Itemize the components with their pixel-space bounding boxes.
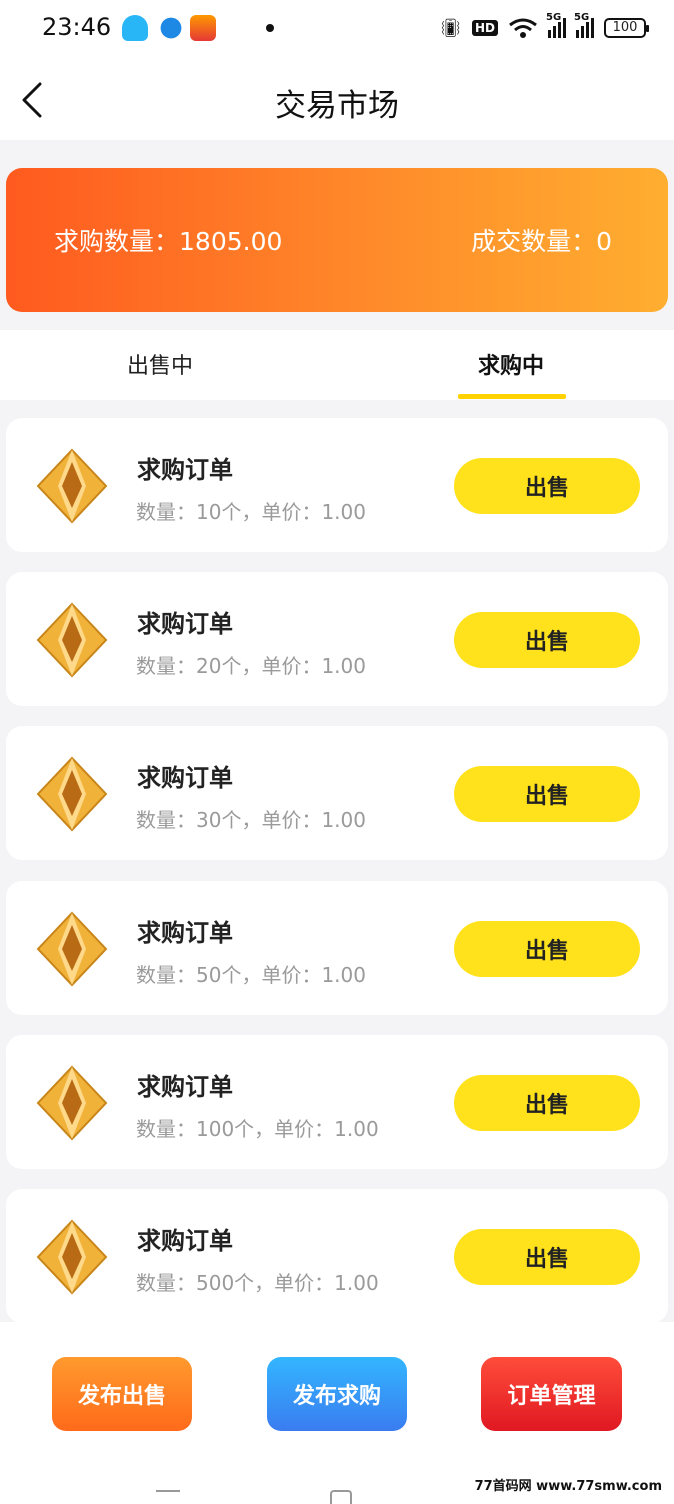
nav-menu-icon[interactable] <box>156 1490 180 1504</box>
tab-selling[interactable]: 出售中 <box>127 348 193 380</box>
order-detail: 数量：100个，单价：1.00 <box>136 1117 379 1141</box>
tab-buying[interactable]: 求购中 <box>478 348 544 380</box>
buy-quantity-label: 求购数量： <box>54 227 180 256</box>
qq-app-icon <box>122 15 148 41</box>
header: 交易市场 <box>0 56 674 140</box>
order-detail: 数量：10个，单价：1.00 <box>136 500 366 524</box>
sell-button[interactable]: 出售 <box>454 458 640 514</box>
status-bar: 23:46 📳︎ HD 5G 5G 100 <box>0 0 674 56</box>
sell-button[interactable]: 出售 <box>454 612 640 668</box>
sell-button[interactable]: 出售 <box>454 921 640 977</box>
page-title: 交易市场 <box>275 88 399 124</box>
active-tab-indicator <box>458 394 566 399</box>
sell-button[interactable]: 出售 <box>454 1229 640 1285</box>
summary-banner: 求购数量：1805.00 成交数量：0 <box>6 168 668 312</box>
deal-quantity-label: 成交数量： <box>471 227 597 256</box>
notification-dot-icon <box>266 24 274 32</box>
deal-quantity-value: 0 <box>596 227 612 256</box>
order-title: 求购订单 <box>137 919 233 947</box>
order-card: 求购订单 数量：20个，单价：1.00 出售 <box>6 572 668 706</box>
publish-sell-button[interactable]: 发布出售 <box>52 1357 192 1431</box>
status-icons: 📳︎ HD 5G 5G 100 <box>439 12 649 42</box>
order-detail: 数量：20个，单价：1.00 <box>136 654 366 678</box>
publish-buy-button[interactable]: 发布求购 <box>267 1357 407 1431</box>
buy-quantity-value: 1805.00 <box>179 227 283 256</box>
order-title: 求购订单 <box>137 610 233 638</box>
deal-quantity-stat: 成交数量：0 <box>471 222 612 258</box>
order-title: 求购订单 <box>137 456 233 484</box>
order-card: 求购订单 数量：100个，单价：1.00 出售 <box>6 1035 668 1169</box>
network-label-2: 5G <box>574 12 590 23</box>
watermark: 77首码网 www.77smw.com <box>472 1475 664 1494</box>
order-card: 求购订单 数量：500个，单价：1.00 出售 <box>6 1189 668 1323</box>
nav-home-icon[interactable] <box>330 1490 352 1504</box>
vibrate-icon: 📳︎ <box>439 17 462 39</box>
order-management-button[interactable]: 订单管理 <box>481 1357 622 1431</box>
crystal-gem-icon <box>36 1065 108 1141</box>
network-label-1: 5G <box>546 12 562 23</box>
order-detail: 数量：50个，单价：1.00 <box>136 963 366 987</box>
messaging-app-icon <box>160 17 182 39</box>
sell-button[interactable]: 出售 <box>454 1075 640 1131</box>
tab-bar: 出售中 求购中 <box>0 330 674 400</box>
signal-icon-2: 5G <box>574 12 594 38</box>
video-app-icon <box>190 15 216 41</box>
sell-button[interactable]: 出售 <box>454 766 640 822</box>
crystal-gem-icon <box>36 602 108 678</box>
order-card: 求购订单 数量：50个，单价：1.00 出售 <box>6 881 668 1015</box>
status-time: 23:46 <box>42 13 112 41</box>
order-detail: 数量：500个，单价：1.00 <box>136 1271 379 1295</box>
wifi-icon <box>509 18 537 38</box>
crystal-gem-icon <box>36 911 108 987</box>
signal-icon-1: 5G <box>546 12 566 38</box>
order-card: 求购订单 数量：10个，单价：1.00 出售 <box>6 418 668 552</box>
crystal-gem-icon <box>36 1219 108 1295</box>
crystal-gem-icon <box>36 756 108 832</box>
order-title: 求购订单 <box>137 1073 233 1101</box>
crystal-gem-icon <box>36 448 108 524</box>
order-title: 求购订单 <box>137 764 233 792</box>
order-card: 求购订单 数量：30个，单价：1.00 出售 <box>6 726 668 860</box>
battery-icon: 100 <box>604 18 649 38</box>
order-detail: 数量：30个，单价：1.00 <box>136 808 366 832</box>
buy-quantity-stat: 求购数量：1805.00 <box>54 222 282 258</box>
order-title: 求购订单 <box>137 1227 233 1255</box>
hd-icon: HD <box>471 20 498 36</box>
